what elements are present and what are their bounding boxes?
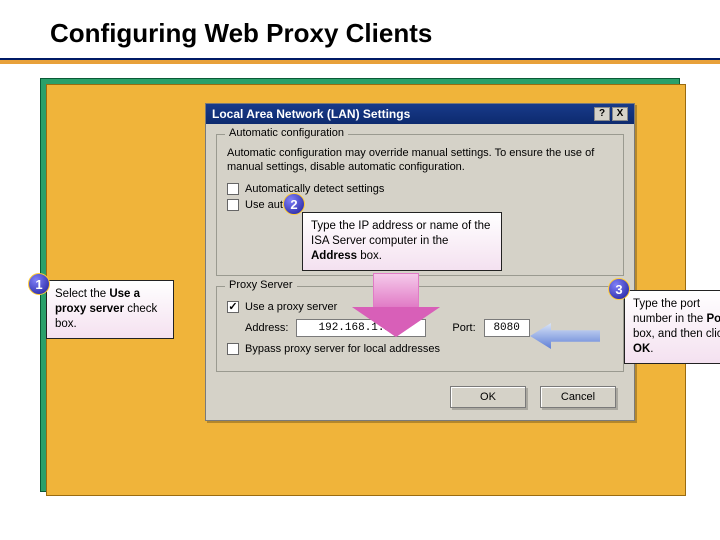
step-2-text-a: Type the IP address or name of the ISA S…: [311, 220, 490, 247]
port-label: Port:: [452, 322, 475, 334]
title-underline: [0, 58, 720, 64]
step-1-text-a: Select the: [55, 288, 109, 300]
address-label: Address:: [245, 322, 288, 334]
step-2-callout: Type the IP address or name of the ISA S…: [302, 212, 502, 271]
cancel-button[interactable]: Cancel: [540, 386, 616, 408]
step-2-text-c: box.: [357, 250, 382, 262]
step-2-text-b: Address: [311, 250, 357, 262]
use-autoconfig-script-checkbox[interactable]: [227, 199, 239, 211]
ok-button[interactable]: OK: [450, 386, 526, 408]
step-3-text-a: Type the port number in the: [633, 298, 707, 325]
close-icon[interactable]: X: [612, 107, 628, 121]
dialog-button-row: OK Cancel: [206, 378, 634, 420]
step-3-text-b: Port: [707, 313, 720, 325]
step-1-callout: Select the Use a proxy server check box.: [46, 280, 174, 339]
port-input[interactable]: [484, 319, 530, 337]
step-3-text-e: .: [650, 343, 653, 355]
step-3-text-c: box, and then click: [633, 328, 720, 340]
step-1-badge: 1: [28, 273, 50, 295]
use-proxy-checkbox[interactable]: [227, 301, 239, 313]
slide-stage: Local Area Network (LAN) Settings ? X Au…: [40, 78, 680, 508]
use-proxy-label: Use a proxy server: [245, 301, 337, 313]
help-icon[interactable]: ?: [594, 107, 610, 121]
step-3-callout: Type the port number in the Port box, an…: [624, 290, 720, 364]
group-label-auto: Automatic configuration: [225, 127, 348, 139]
auto-config-desc: Automatic configuration may override man…: [227, 147, 613, 175]
auto-detect-checkbox[interactable]: [227, 183, 239, 195]
bypass-local-checkbox[interactable]: [227, 343, 239, 355]
dialog-titlebar: Local Area Network (LAN) Settings ? X: [206, 104, 634, 124]
step-3-text-d: OK: [633, 343, 650, 355]
group-label-proxy: Proxy Server: [225, 279, 297, 291]
dialog-title-text: Local Area Network (LAN) Settings: [212, 107, 410, 121]
bypass-local-label: Bypass proxy server for local addresses: [245, 343, 440, 355]
step-2-badge: 2: [283, 193, 305, 215]
page-title: Configuring Web Proxy Clients: [0, 0, 720, 49]
step-3-badge: 3: [608, 278, 630, 300]
auto-detect-label: Automatically detect settings: [245, 183, 384, 195]
arrow-down-icon: [352, 273, 440, 337]
